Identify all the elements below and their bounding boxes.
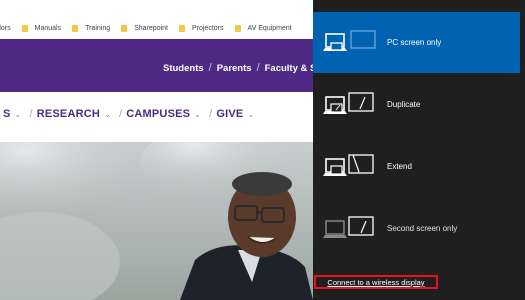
option-label: Extend [387,162,412,171]
bookmark-label: Sharepoint [134,24,168,32]
bookmark-item[interactable]: Projectors [178,24,224,32]
chevron-down-icon: ⌄ [247,110,255,119]
bookmark-item[interactable]: Sharepoint [121,24,168,32]
nav-separator: / [209,108,213,120]
hero-illustration [0,142,313,300]
folder-icon [72,24,79,32]
folder-icon [234,24,241,32]
nav-item-label: S [3,108,11,120]
option-second-screen-only[interactable]: Second screen only [313,198,520,259]
nav-item-research[interactable]: RESEARCH ⌄ [37,108,115,120]
hero-photo [0,142,313,300]
option-duplicate[interactable]: Duplicate [313,74,520,135]
nav-separator: / [118,108,123,120]
extend-icon [323,154,374,176]
nav-item-label: GIVE [216,108,244,120]
chevron-down-icon: ⌄ [14,110,22,119]
folder-icon [178,24,185,32]
link-separator: / [256,62,260,74]
connect-link-label: Connect to a wireless display [327,277,425,287]
panel-edge [520,0,525,300]
option-label: PC screen only [387,38,442,47]
parents-link[interactable]: Parents [217,63,252,74]
audience-links: Students / Parents / Faculty & Sta [163,62,325,74]
link-separator: / [208,62,212,74]
nav-item-campuses[interactable]: CAMPUSES ⌄ [126,108,205,120]
bookmark-label: AV Equipment [247,24,292,32]
nav-item-give[interactable]: GIVE ⌄ [216,108,258,120]
nav-item-label: CAMPUSES [126,108,191,120]
bookmarks-bar: dors Manuals Training Sharepoint Project… [0,17,313,39]
option-extend[interactable]: Extend [313,136,520,197]
nav-item-label: RESEARCH [36,108,101,120]
bookmark-label: Training [85,24,111,32]
folder-icon [121,24,128,32]
bookmark-item[interactable]: AV Equipment [234,24,292,32]
chevron-down-icon: ⌄ [104,110,111,119]
nav-item[interactable]: S ⌄ [3,108,25,120]
connect-wireless-display-link[interactable]: Connect to a wireless display [314,275,438,289]
pc-screen-only-icon [323,30,376,51]
option-pc-screen-only[interactable]: PC screen only [313,12,520,73]
bookmark-label: Projectors [191,24,224,32]
project-panel: PC screen only Duplicate Extend Second s… [313,0,525,300]
bookmark-label: dors [0,24,11,32]
option-label: Second screen only [387,224,458,233]
bookmark-label: Manuals [34,24,62,32]
second-screen-only-icon [323,216,374,238]
folder-icon [21,24,28,32]
students-link[interactable]: Students [163,63,204,74]
main-nav: S ⌄ / RESEARCH ⌄ / CAMPUSES ⌄ / GIVE ⌄ [0,108,258,120]
bookmark-item[interactable]: Manuals [21,24,62,32]
option-label: Duplicate [387,100,421,109]
nav-separator: / [29,108,33,120]
chevron-down-icon: ⌄ [194,110,202,119]
bookmark-item[interactable]: Training [72,24,111,32]
duplicate-icon [323,92,374,114]
bookmark-item[interactable]: dors [0,25,11,32]
